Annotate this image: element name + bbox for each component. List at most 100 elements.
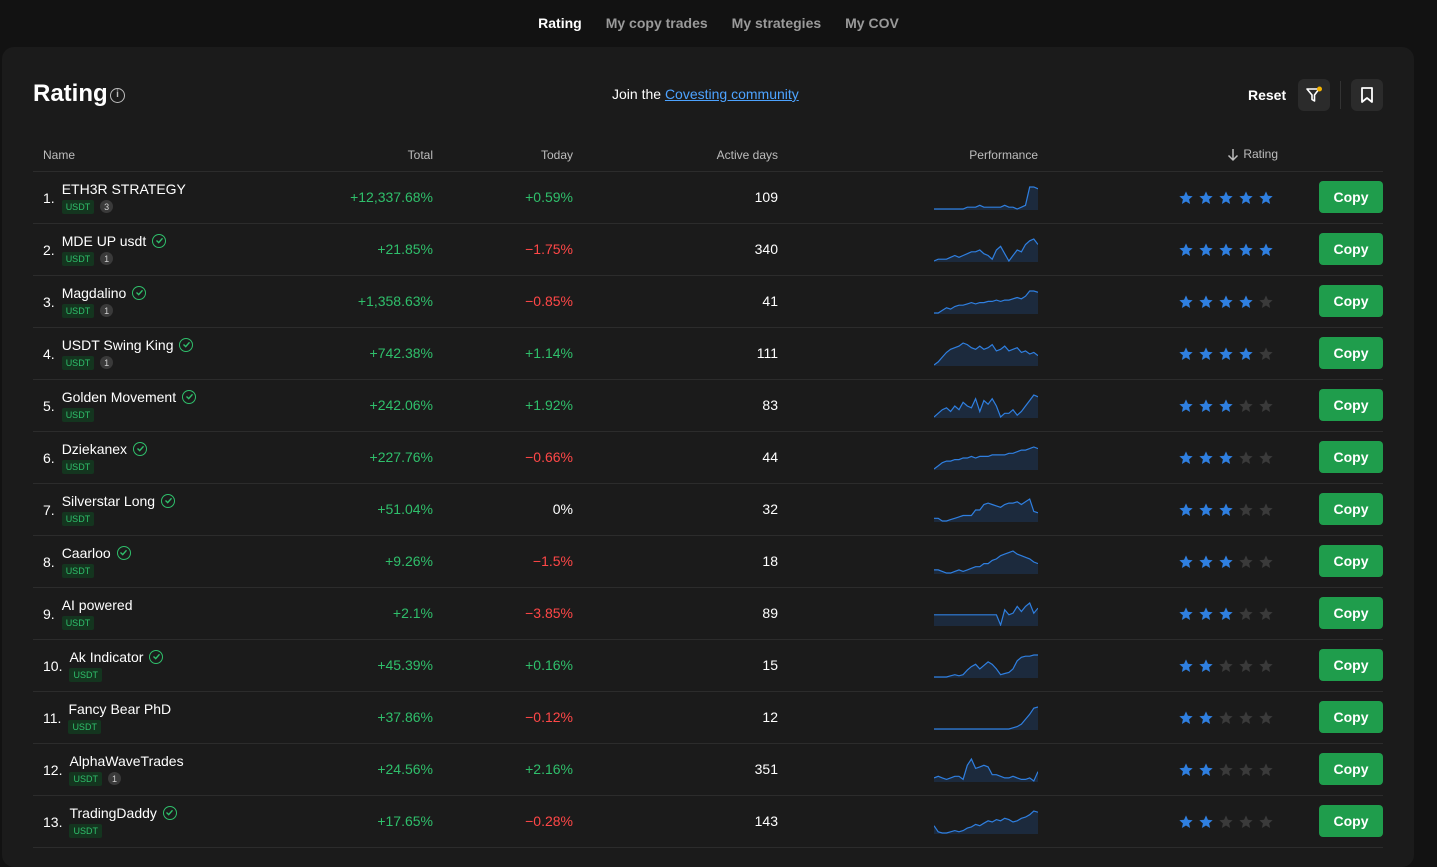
table-row[interactable]: 6. Dziekanex USDT +227.76% −0.66% 44 Cop… [33,431,1383,484]
strategy-name[interactable]: USDT Swing King [62,337,174,353]
bookmark-button[interactable] [1351,79,1383,111]
column-active-days[interactable]: Active days [573,139,778,172]
star-icon [1219,710,1233,724]
tab-my-strategies[interactable]: My strategies [720,1,833,45]
copy-button[interactable]: Copy [1319,545,1383,577]
table-row[interactable]: 2. MDE UP usdt USDT 1 +21.85% −1.75% 340… [33,223,1383,276]
table-row[interactable]: 10. Ak Indicator USDT +45.39% +0.16% 15 … [33,639,1383,692]
cell-name: 1. ETH3R STRATEGY USDT 3 [33,171,273,224]
cell-rating [1038,275,1278,328]
performance-sparkline [934,550,1038,574]
strategy-name[interactable]: Magdalino [62,285,127,301]
strategy-name[interactable]: Golden Movement [62,389,176,405]
sparkline-line [934,186,1038,210]
copy-button[interactable]: Copy [1319,805,1383,837]
table-row[interactable]: 5. Golden Movement USDT +242.06% +1.92% … [33,379,1383,432]
currency-badge: USDT [61,303,95,318]
copy-button[interactable]: Copy [1319,753,1383,785]
copy-button[interactable]: Copy [1319,493,1383,525]
cell-today: +0.59% [433,171,573,224]
star-rating [1178,762,1274,778]
rank-number: 7. [43,502,55,518]
column-total[interactable]: Total [273,139,433,172]
performance-sparkline [934,342,1038,366]
rank-number: 1. [43,190,55,206]
column-total-label: Total [407,147,433,162]
star-icon [1259,450,1273,464]
copy-button[interactable]: Copy [1319,285,1383,317]
rank-number: 2. [43,242,55,258]
copy-button[interactable]: Copy [1319,701,1383,733]
covesting-community-link[interactable]: Covesting community [665,86,799,102]
table-row[interactable]: 3. Magdalino USDT 1 +1,358.63% −0.85% 41… [33,275,1383,328]
column-name[interactable]: Name [33,139,273,172]
filter-button[interactable] [1298,79,1330,111]
star-icon [1179,346,1193,360]
copy-button[interactable]: Copy [1319,181,1383,213]
cell-total: +9.26% [273,535,433,588]
cell-copy: Copy [1278,483,1383,536]
column-rating[interactable]: Rating [1038,139,1278,172]
copy-button[interactable]: Copy [1319,649,1383,681]
cell-performance [778,483,1038,536]
copy-button[interactable]: Copy [1319,233,1383,265]
cell-today: +1.14% [433,327,573,380]
copy-button[interactable]: Copy [1319,389,1383,421]
star-icon [1239,450,1253,464]
table-row[interactable]: 7. Silverstar Long USDT +51.04% 0% 32 Co… [33,483,1383,536]
star-icon [1239,814,1253,828]
strategy-name[interactable]: TradingDaddy [69,805,156,821]
currency-badge: USDT [61,615,95,630]
strategy-name[interactable]: Dziekanex [62,441,127,457]
tab-my-cov[interactable]: My COV [833,1,911,45]
cell-name: 7. Silverstar Long USDT [33,483,273,536]
strategy-name[interactable]: MDE UP usdt [62,233,147,249]
bookmark-icon [1361,87,1373,103]
copy-button[interactable]: Copy [1319,597,1383,629]
table-row[interactable]: 4. USDT Swing King USDT 1 +742.38% +1.14… [33,327,1383,380]
tab-my-copy-trades[interactable]: My copy trades [594,1,720,45]
star-icon [1239,502,1253,516]
cell-rating [1038,639,1278,692]
star-icon [1219,398,1233,412]
cell-copy: Copy [1278,691,1383,744]
rank-number: 5. [43,398,55,414]
strategy-name[interactable]: Fancy Bear PhD [68,701,171,717]
strategy-name[interactable]: Caarloo [62,545,111,561]
star-rating [1178,606,1274,622]
strategy-name[interactable]: Silverstar Long [62,493,155,509]
column-today[interactable]: Today [433,139,573,172]
reset-button[interactable]: Reset [1248,87,1286,103]
copy-button[interactable]: Copy [1319,337,1383,369]
table-row[interactable]: 9. AI powered USDT +2.1% −3.85% 89 Copy [33,587,1383,640]
info-icon[interactable]: i [110,88,125,103]
star-icon [1239,398,1253,412]
performance-sparkline [934,290,1038,314]
column-name-label: Name [43,147,76,162]
verified-check-icon [161,493,176,508]
cell-active-days: 340 [573,223,778,276]
table-row[interactable]: 8. Caarloo USDT +9.26% −1.5% 18 Copy [33,535,1383,588]
table-header-row: Name Total Today Active days Performance… [33,139,1383,172]
strategy-name[interactable]: ETH3R STRATEGY [62,181,186,197]
table-row[interactable]: 13. TradingDaddy USDT +17.65% −0.28% 143… [33,795,1383,848]
verified-check-icon [162,805,177,820]
cell-name: 13. TradingDaddy USDT [33,795,273,848]
followers-count-badge: 1 [100,356,114,369]
strategy-name[interactable]: AI powered [62,597,133,613]
table-row[interactable]: 1. ETH3R STRATEGY USDT 3 +12,337.68% +0.… [33,171,1383,224]
cell-total: +242.06% [273,379,433,432]
cell-today: 0% [433,483,573,536]
followers-count-badge: 3 [100,200,114,213]
rank-number: 6. [43,450,55,466]
copy-button[interactable]: Copy [1319,441,1383,473]
table-row[interactable]: 11. Fancy Bear PhD USDT +37.86% −0.12% 1… [33,691,1383,744]
star-icon [1239,710,1253,724]
star-icon [1259,294,1273,308]
star-rating [1178,398,1274,414]
star-icon [1259,242,1273,256]
tab-rating[interactable]: Rating [526,1,594,45]
table-row[interactable]: 12. AlphaWaveTrades USDT 1 +24.56% +2.16… [33,743,1383,796]
strategy-name[interactable]: AlphaWaveTrades [69,753,183,769]
strategy-name[interactable]: Ak Indicator [69,649,143,665]
